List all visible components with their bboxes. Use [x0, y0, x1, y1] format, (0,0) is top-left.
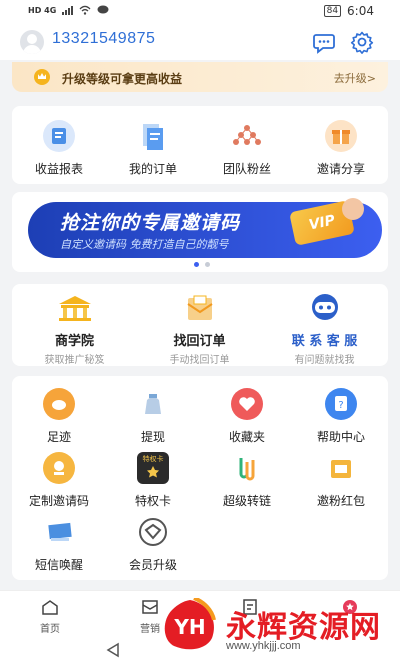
- nav-label: 首页: [40, 624, 60, 635]
- marketing-icon: [142, 600, 158, 614]
- invite-share-icon: [325, 120, 357, 152]
- watermark: YH 永辉资源网 www.yhkjjj.com: [160, 596, 390, 662]
- services-card: 商学院 获取推广秘笈 找回订单 手动找回订单 联 系 客 服 有问题就找我: [12, 284, 388, 366]
- service-subtitle: 手动找回订单: [169, 355, 230, 366]
- tool-member-upgrade[interactable]: 会员升级: [106, 516, 200, 573]
- menu-my-orders[interactable]: 我的订单: [106, 120, 200, 177]
- profile-header: 13321549875: [0, 22, 400, 60]
- signal-icon: [62, 5, 74, 15]
- user-phone[interactable]: 13321549875: [52, 30, 155, 48]
- banner-person-illustration: [342, 198, 364, 220]
- tool-favorites[interactable]: 收藏夹: [200, 388, 294, 445]
- watermark-url: www.yhkjjj.com: [226, 640, 301, 652]
- battery-level: 84: [326, 6, 339, 16]
- privilege-card-icon: 特权卡: [137, 452, 169, 484]
- tool-label: 超级转链: [222, 494, 271, 508]
- tool-footprint[interactable]: 足迹: [12, 388, 106, 445]
- menu-label: 邀请分享: [316, 162, 365, 176]
- tool-withdraw[interactable]: 提现: [106, 388, 200, 445]
- menu-label: 团队粉丝: [222, 162, 271, 176]
- tool-label: 收藏夹: [228, 430, 265, 444]
- tool-label: 会员升级: [128, 558, 177, 572]
- status-time: 6:04: [347, 4, 374, 18]
- upgrade-link[interactable]: 去升级>: [334, 70, 376, 86]
- settings-gear-icon[interactable]: [350, 30, 374, 54]
- service-subtitle: 有问题就找我: [294, 355, 355, 366]
- invite-code-banner[interactable]: 抢注你的专属邀请码 自定义邀请码 免费打造自己的靓号 VIP: [12, 192, 388, 272]
- tool-label: 邀粉红包: [316, 494, 365, 508]
- tool-sms-wake[interactable]: 短信唤醒: [12, 516, 106, 573]
- banner-title: 抢注你的专属邀请码: [60, 212, 241, 234]
- upgrade-text: 升级等级可拿更高收益: [62, 72, 183, 86]
- svg-text:?: ?: [338, 400, 343, 411]
- customer-service-icon: [311, 294, 338, 320]
- menu-team-fans[interactable]: 团队粉丝: [200, 120, 294, 177]
- battery-icon: 84: [323, 5, 342, 17]
- status-right: 84 6:04: [323, 4, 374, 18]
- sms-wake-icon: [43, 516, 75, 548]
- watermark-logo: YH: [164, 598, 216, 650]
- tool-privilege-card[interactable]: 特权卡 特权卡: [106, 452, 200, 509]
- revenue-report-icon: [43, 120, 75, 152]
- avatar[interactable]: [20, 30, 44, 54]
- menu-label: 我的订单: [128, 162, 177, 176]
- tool-label: 短信唤醒: [34, 558, 83, 572]
- service-title: 商学院: [54, 334, 94, 349]
- watermark-logo-text: YH: [173, 615, 205, 639]
- member-upgrade-icon: [137, 516, 169, 548]
- tool-label: 特权卡: [134, 494, 171, 508]
- service-business-school[interactable]: 商学院 获取推广秘笈: [12, 284, 137, 366]
- super-link-icon: [231, 452, 263, 484]
- service-title: 联 系 客 服: [291, 334, 358, 349]
- wifi-icon: [79, 5, 91, 15]
- menu-invite-share[interactable]: 邀请分享: [294, 120, 388, 177]
- chat-icon[interactable]: [312, 30, 336, 54]
- tool-super-link[interactable]: 超级转链: [200, 452, 294, 509]
- tools-card: 足迹 提现 收藏夹 ? 帮助中心 定制邀请码 特权卡 特权卡 超级转链 邀粉红包…: [12, 376, 388, 580]
- menu-revenue-report[interactable]: 收益报表: [12, 120, 106, 177]
- footprint-icon: [43, 388, 75, 420]
- help-center-icon: ?: [325, 388, 357, 420]
- red-packet-icon: [325, 452, 357, 484]
- tool-label: 足迹: [46, 430, 71, 444]
- withdraw-icon: [137, 388, 169, 420]
- top-menu-card: 收益报表 我的订单 团队粉丝 邀请分享: [12, 106, 388, 184]
- tool-custom-invite-code[interactable]: 定制邀请码: [12, 452, 106, 509]
- tool-label: 帮助中心: [316, 430, 365, 444]
- tool-help-center[interactable]: ? 帮助中心: [294, 388, 388, 445]
- custom-invite-code-icon: [43, 452, 75, 484]
- home-icon: [42, 600, 58, 615]
- service-customer-service[interactable]: 联 系 客 服 有问题就找我: [262, 284, 387, 366]
- upgrade-banner[interactable]: 升级等级可拿更高收益 去升级>: [12, 62, 388, 92]
- carousel-dots[interactable]: [194, 262, 210, 267]
- crown-icon: [34, 69, 50, 85]
- service-subtitle: 获取推广秘笈: [44, 355, 105, 366]
- tool-label: 提现: [140, 430, 165, 444]
- retrieve-order-icon: [186, 295, 213, 320]
- business-school-icon: [58, 296, 91, 321]
- status-bar: HD 4G 84 6:04: [0, 0, 400, 22]
- privilege-card-badge: 特权卡: [142, 455, 164, 463]
- my-orders-icon: [137, 120, 169, 152]
- status-left: HD 4G: [28, 5, 109, 15]
- service-retrieve-order[interactable]: 找回订单 手动找回订单: [137, 284, 262, 366]
- message-status-icon: [97, 5, 109, 14]
- favorites-icon: [231, 388, 263, 420]
- tool-red-packet[interactable]: 邀粉红包: [294, 452, 388, 509]
- tool-label: 定制邀请码: [28, 494, 89, 508]
- nav-home[interactable]: 首页: [0, 591, 100, 635]
- menu-label: 收益报表: [34, 162, 83, 176]
- service-title: 找回订单: [173, 334, 226, 349]
- back-triangle-icon[interactable]: [106, 642, 120, 658]
- banner-subtitle: 自定义邀请码 免费打造自己的靓号: [60, 238, 229, 251]
- status-network-label: HD 4G: [28, 5, 57, 15]
- team-fans-icon: [231, 120, 263, 152]
